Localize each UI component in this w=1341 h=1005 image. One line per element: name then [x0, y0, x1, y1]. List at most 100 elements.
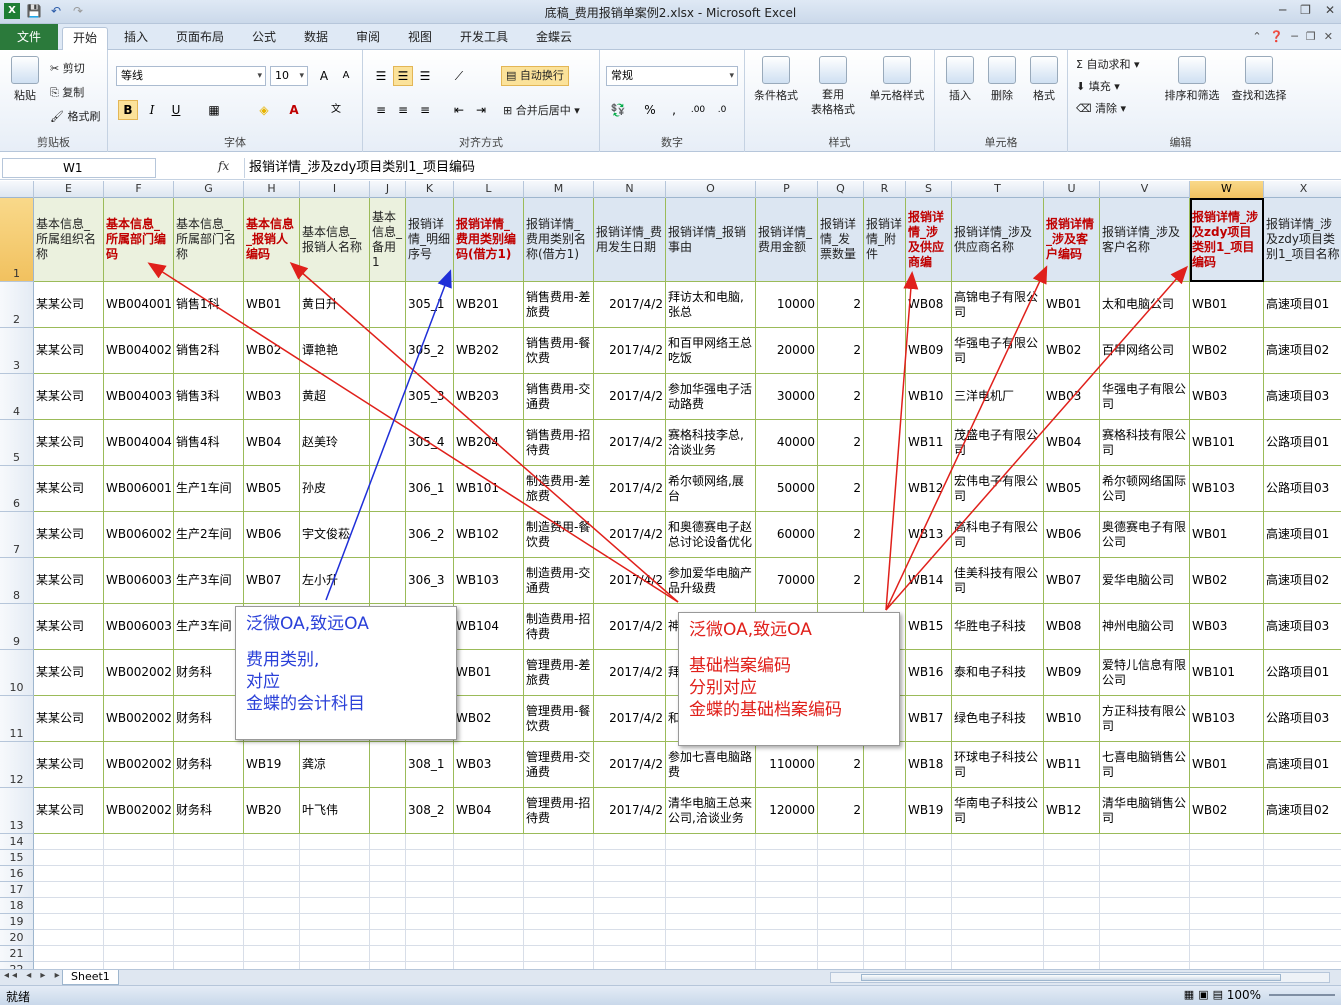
phonetic-icon[interactable]: 文	[326, 100, 346, 120]
table-cell[interactable]: 2017/4/2	[594, 742, 666, 788]
empty-cell[interactable]	[1100, 882, 1190, 898]
row-header[interactable]: 7	[0, 512, 34, 558]
table-cell[interactable]: WB101	[1190, 650, 1264, 696]
table-cell[interactable]: 某某公司	[34, 650, 104, 696]
empty-cell[interactable]	[594, 898, 666, 914]
table-cell[interactable]: WB19	[906, 788, 952, 834]
table-cell[interactable]: WB002002	[104, 788, 174, 834]
empty-cell[interactable]	[174, 834, 244, 850]
header-cell[interactable]: 报销详情_涉及供应商名称	[952, 198, 1044, 282]
table-cell[interactable]: 销售费用-差旅费	[524, 282, 594, 328]
empty-cell[interactable]	[104, 834, 174, 850]
tab-page-layout[interactable]: 页面布局	[166, 27, 234, 50]
table-cell[interactable]: 2	[818, 374, 864, 420]
empty-cell[interactable]	[952, 946, 1044, 962]
empty-cell[interactable]	[818, 946, 864, 962]
table-cell[interactable]: 爱特儿信息有限公司	[1100, 650, 1190, 696]
table-cell[interactable]: 2017/4/2	[594, 328, 666, 374]
empty-cell[interactable]	[594, 930, 666, 946]
table-cell[interactable]: WB18	[906, 742, 952, 788]
header-cell[interactable]: 报销详情_涉及供应商编	[906, 198, 952, 282]
empty-cell[interactable]	[1044, 962, 1100, 969]
empty-cell[interactable]	[300, 866, 370, 882]
format-painter-button[interactable]: 🖌 格式刷	[50, 108, 100, 124]
empty-cell[interactable]	[1190, 914, 1264, 930]
table-cell[interactable]: WB04	[244, 420, 300, 466]
empty-cell[interactable]	[174, 962, 244, 969]
empty-cell[interactable]	[370, 882, 406, 898]
column-header[interactable]: O	[666, 181, 756, 198]
empty-cell[interactable]	[174, 930, 244, 946]
empty-cell[interactable]	[300, 898, 370, 914]
font-name-select[interactable]: 等线	[116, 66, 266, 86]
column-header[interactable]: L	[454, 181, 524, 198]
row-header[interactable]: 9	[0, 604, 34, 650]
empty-cell[interactable]	[174, 850, 244, 866]
align-middle-icon[interactable]: ☰	[393, 66, 413, 86]
table-cell[interactable]: 财务科	[174, 650, 244, 696]
restore-window-icon[interactable]: ❐	[1306, 30, 1316, 43]
table-cell[interactable]: WB006002	[104, 512, 174, 558]
row-header[interactable]: 16	[0, 866, 34, 882]
header-cell[interactable]: 基本信息_备用1	[370, 198, 406, 282]
table-cell[interactable]: 环球电子科技公司	[952, 742, 1044, 788]
table-cell[interactable]: 高速项目01	[1264, 282, 1341, 328]
empty-cell[interactable]	[906, 850, 952, 866]
empty-cell[interactable]	[666, 850, 756, 866]
table-cell[interactable]: 某某公司	[34, 420, 104, 466]
empty-cell[interactable]	[1264, 930, 1341, 946]
empty-cell[interactable]	[406, 866, 454, 882]
column-header[interactable]: F	[104, 181, 174, 198]
table-cell[interactable]: WB03	[1190, 374, 1264, 420]
fill-button[interactable]: ⬇ 填充 ▾	[1076, 78, 1120, 94]
empty-cell[interactable]	[1264, 946, 1341, 962]
table-cell[interactable]: 神州电脑公司	[1100, 604, 1190, 650]
table-cell[interactable]: 120000	[756, 788, 818, 834]
table-cell[interactable]: 2017/4/2	[594, 420, 666, 466]
table-cell[interactable]: 某某公司	[34, 696, 104, 742]
tab-kingdee-cloud[interactable]: 金蝶云	[526, 27, 582, 50]
empty-cell[interactable]	[406, 962, 454, 969]
empty-cell[interactable]	[906, 914, 952, 930]
table-cell[interactable]: 某某公司	[34, 466, 104, 512]
empty-cell[interactable]	[406, 882, 454, 898]
merge-center-button[interactable]: ⊞ 合并后居中 ▾	[503, 102, 580, 118]
empty-cell[interactable]	[370, 898, 406, 914]
empty-cell[interactable]	[300, 914, 370, 930]
fill-color-icon[interactable]: ◈	[254, 100, 274, 120]
header-cell[interactable]: 报销详情_费用发生日期	[594, 198, 666, 282]
table-cell[interactable]: 20000	[756, 328, 818, 374]
empty-cell[interactable]	[1100, 914, 1190, 930]
table-cell[interactable]: 华强电子有限公司	[1100, 374, 1190, 420]
table-cell[interactable]: 2017/4/2	[594, 512, 666, 558]
row-header[interactable]: 4	[0, 374, 34, 420]
shrink-font-icon[interactable]: A	[336, 66, 356, 86]
table-cell[interactable]: 方正科技有限公司	[1100, 696, 1190, 742]
table-cell[interactable]: WB002002	[104, 742, 174, 788]
delete-cells-button[interactable]: 删除	[983, 56, 1021, 103]
row-header[interactable]: 22	[0, 962, 34, 969]
empty-cell[interactable]	[756, 850, 818, 866]
table-cell[interactable]: 2017/4/2	[594, 466, 666, 512]
empty-cell[interactable]	[34, 914, 104, 930]
table-cell[interactable]: 308_1	[406, 742, 454, 788]
table-cell[interactable]: 高速项目02	[1264, 328, 1341, 374]
table-cell[interactable]: 60000	[756, 512, 818, 558]
row-header[interactable]: 20	[0, 930, 34, 946]
table-cell[interactable]: 赛格科技有限公司	[1100, 420, 1190, 466]
row-header[interactable]: 13	[0, 788, 34, 834]
borders-icon[interactable]: ▦	[204, 100, 224, 120]
table-cell[interactable]: WB10	[906, 374, 952, 420]
table-cell[interactable]: 2017/4/2	[594, 696, 666, 742]
table-cell[interactable]: 七喜电脑销售公司	[1100, 742, 1190, 788]
table-cell[interactable]: 销售费用-餐饮费	[524, 328, 594, 374]
table-cell[interactable]	[864, 788, 906, 834]
table-cell[interactable]: 40000	[756, 420, 818, 466]
wrap-text-button[interactable]: ▤ 自动换行	[501, 66, 569, 86]
empty-cell[interactable]	[1044, 930, 1100, 946]
table-cell[interactable]: WB004004	[104, 420, 174, 466]
table-cell[interactable]	[864, 558, 906, 604]
table-cell[interactable]: 龚凉	[300, 742, 370, 788]
table-cell[interactable]: WB12	[1044, 788, 1100, 834]
empty-cell[interactable]	[1100, 850, 1190, 866]
